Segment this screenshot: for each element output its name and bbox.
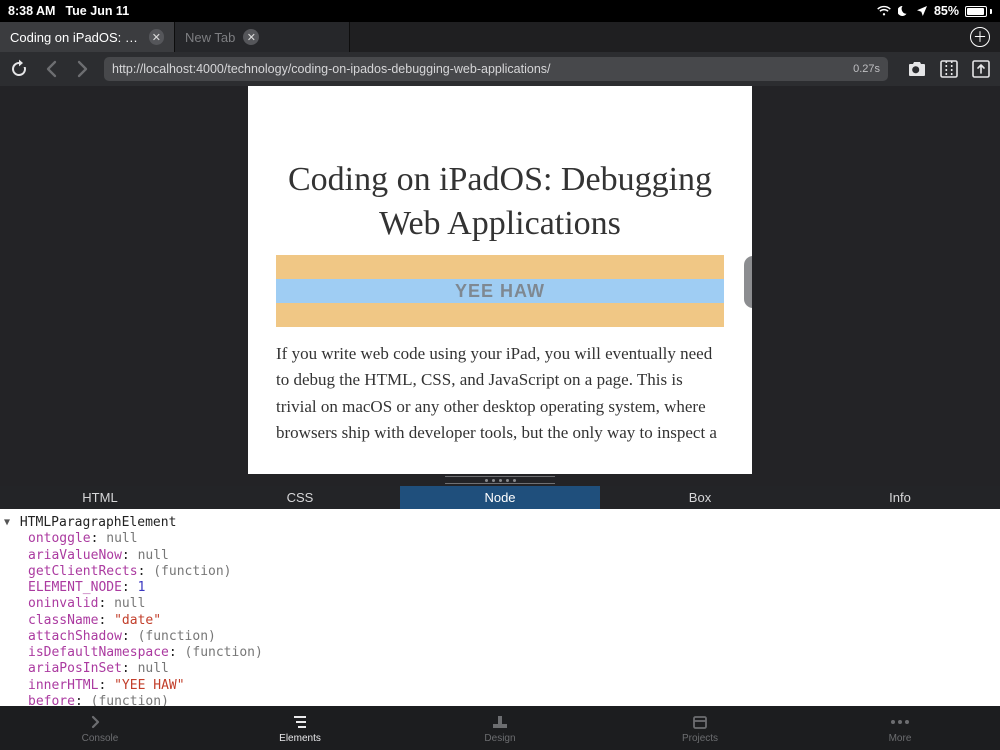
more-icon: [891, 713, 909, 731]
url-bar[interactable]: http://localhost:4000/technology/coding-…: [104, 57, 888, 81]
node-property[interactable]: getClientRects: (function): [28, 564, 996, 580]
tab-label: Info: [889, 490, 911, 505]
highlight-text: YEE HAW: [455, 281, 545, 302]
node-name-text: HTMLParagraphElement: [20, 515, 177, 530]
node-property[interactable]: className: "date": [28, 613, 996, 629]
status-bar: 8:38 AM Tue Jun 11 85%: [0, 0, 1000, 22]
battery-icon: [965, 6, 992, 17]
pane-splitter[interactable]: [0, 474, 1000, 486]
node-property[interactable]: isDefaultNamespace: (function): [28, 645, 996, 661]
inspected-element-highlight: YEE HAW: [276, 255, 724, 327]
node-property[interactable]: attachShadow: (function): [28, 629, 996, 645]
url-text: http://localhost:4000/technology/coding-…: [112, 62, 551, 76]
inspector-tab-css[interactable]: CSS: [200, 486, 400, 509]
grip-icon: [445, 476, 555, 484]
wifi-icon: [876, 5, 892, 17]
snapshot-icon[interactable]: [906, 58, 928, 80]
node-property[interactable]: ariaValueNow: null: [28, 548, 996, 564]
location-icon: [916, 5, 928, 17]
tab-title: New Tab: [185, 30, 235, 45]
close-icon[interactable]: ✕: [149, 29, 164, 45]
node-name[interactable]: ▼ HTMLParagraphElement: [4, 515, 996, 531]
disclosure-triangle-icon[interactable]: ▼: [4, 517, 10, 530]
tab-label: CSS: [287, 490, 314, 505]
design-icon: [491, 713, 509, 731]
page-body-text: If you write web code using your iPad, y…: [276, 341, 724, 446]
close-icon[interactable]: ✕: [243, 29, 259, 45]
new-tab-button[interactable]: ＋: [960, 22, 1000, 52]
inspector-body[interactable]: ▼ HTMLParagraphElement ontoggle: nullari…: [0, 509, 1000, 706]
tab-title: Coding on iPadOS: D…: [10, 30, 141, 45]
node-property[interactable]: ariaPosInSet: null: [28, 661, 996, 677]
nav-elements[interactable]: Elements: [200, 706, 400, 750]
status-date: Tue Jun 11: [65, 4, 129, 18]
bottom-nav: Console Elements Design Projects More: [0, 706, 1000, 750]
node-property[interactable]: ELEMENT_NODE: 1: [28, 580, 996, 596]
nav-projects[interactable]: Projects: [600, 706, 800, 750]
columns-icon[interactable]: [938, 58, 960, 80]
battery-percent: 85%: [934, 4, 959, 18]
nav-label: Design: [484, 733, 515, 744]
nav-label: Projects: [682, 733, 718, 744]
reload-button[interactable]: [8, 58, 30, 80]
elements-icon: [291, 713, 309, 731]
tab-bar: Coding on iPadOS: D… ✕ New Tab ✕ ＋: [0, 22, 1000, 52]
inspector-tab-box[interactable]: Box: [600, 486, 800, 509]
inspector-tab-info[interactable]: Info: [800, 486, 1000, 509]
node-property[interactable]: before: (function): [28, 694, 996, 706]
page-viewport: Coding on iPadOS: Debugging Web Applicat…: [0, 86, 1000, 474]
toolbar: http://localhost:4000/technology/coding-…: [0, 52, 1000, 86]
inspector-tab-html[interactable]: HTML: [0, 486, 200, 509]
rendered-page[interactable]: Coding on iPadOS: Debugging Web Applicat…: [248, 86, 752, 474]
do-not-disturb-icon: [898, 5, 910, 17]
projects-icon: [691, 713, 709, 731]
load-time: 0.27s: [853, 63, 880, 75]
inspector-tabs: HTML CSS Node Box Info: [0, 486, 1000, 509]
nav-design[interactable]: Design: [400, 706, 600, 750]
back-button[interactable]: [40, 58, 62, 80]
node-property[interactable]: oninvalid: null: [28, 596, 996, 612]
nav-more[interactable]: More: [800, 706, 1000, 750]
tab-label: HTML: [82, 490, 117, 505]
status-time: 8:38 AM: [8, 4, 55, 18]
nav-console[interactable]: Console: [0, 706, 200, 750]
plus-icon: ＋: [970, 27, 990, 47]
scroll-handle[interactable]: [744, 256, 752, 308]
forward-button[interactable]: [72, 58, 94, 80]
tab-0[interactable]: Coding on iPadOS: D… ✕: [0, 22, 175, 52]
tab-label: Box: [689, 490, 711, 505]
nav-label: More: [889, 733, 912, 744]
console-icon: [91, 713, 109, 731]
export-icon[interactable]: [970, 58, 992, 80]
tab-label: Node: [484, 490, 515, 505]
page-title: Coding on iPadOS: Debugging Web Applicat…: [276, 158, 724, 245]
node-property[interactable]: innerHTML: "YEE HAW": [28, 678, 996, 694]
inspector-tab-node[interactable]: Node: [400, 486, 600, 509]
nav-label: Console: [82, 733, 119, 744]
node-property[interactable]: ontoggle: null: [28, 531, 996, 547]
nav-label: Elements: [279, 733, 321, 744]
tab-1[interactable]: New Tab ✕: [175, 22, 350, 52]
